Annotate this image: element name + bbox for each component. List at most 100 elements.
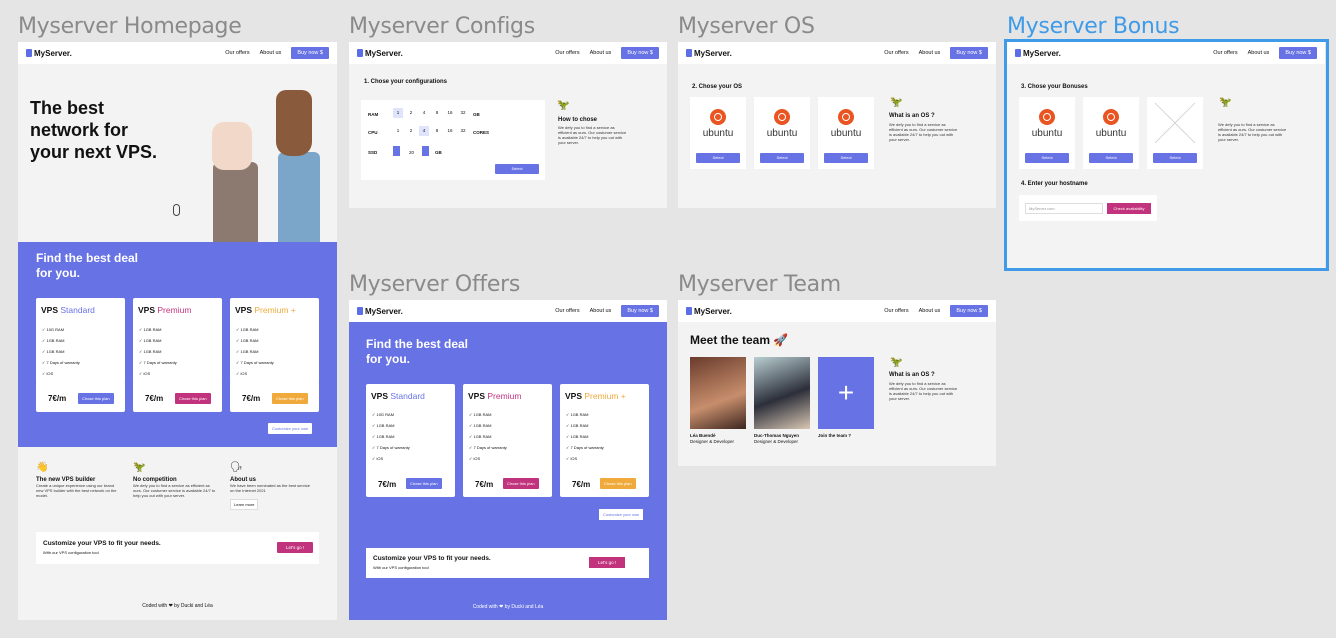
frame-title-os[interactable]: Myserver OS	[678, 14, 815, 39]
config-panel: RAM 1 2 4 8 16 32 GB CPU 1 2 4 8 16 32 C…	[361, 100, 545, 180]
dinosaur-icon: 🦖	[1219, 97, 1232, 108]
check-availability-button[interactable]: Check availability	[1107, 203, 1151, 214]
cta-box: Customize your VPS to fit your needs. Wi…	[366, 548, 649, 578]
ubuntu-icon	[838, 109, 854, 125]
plan-feature: ✓ 1GB RAM	[42, 338, 65, 343]
plan-feature: ✓ iOS	[42, 371, 54, 376]
navbar: MyServer. Our offers About us Buy now $	[678, 300, 996, 322]
server-icon	[1015, 49, 1021, 57]
os-option-ubuntu[interactable]: ubuntu Select	[754, 97, 810, 169]
placeholder-cross-icon	[1154, 102, 1196, 144]
plan-card-standard: VPS Standard ✓ 10G RAM ✓ 1GB RAM ✓ 1GB R…	[36, 298, 125, 404]
bonus-option-placeholder[interactable]: Select	[1147, 97, 1203, 169]
cta-box: Customize your VPS to fit your needs. Wi…	[36, 532, 319, 564]
os-option-ubuntu[interactable]: ubuntu Select	[690, 97, 746, 169]
frame-title-configs[interactable]: Myserver Configs	[349, 14, 535, 39]
frame-configs[interactable]: MyServer. Our offers About us Buy now $ …	[349, 42, 667, 208]
plan-card-footer: 7€/m Chose this plan	[230, 382, 319, 412]
server-icon	[686, 307, 692, 315]
chose-plan-button[interactable]: Chose this plan	[78, 393, 114, 404]
logo-text: MyServer.	[34, 48, 72, 58]
ram-options[interactable]: 1 2 4 8 16 32	[393, 108, 468, 118]
navbar: MyServer. Our offers About us Buy now $	[349, 42, 667, 64]
dinosaur-icon: 🦖	[890, 97, 903, 108]
avatar-duc	[754, 357, 810, 429]
avatar-lea	[690, 357, 746, 429]
frame-title-bonus[interactable]: Myserver Bonus	[1007, 14, 1180, 39]
frame-bonus[interactable]: MyServer. Our offers About us Buy now $ …	[1007, 42, 1325, 268]
feature-no-competition: 🦖 No competition We defy you to find a s…	[133, 462, 218, 498]
lets-go-button[interactable]: Let's go !	[277, 542, 314, 553]
feature-vps-builder: 👋 The new VPS builder Create a unique ex…	[36, 462, 121, 498]
frame-title-offers[interactable]: Myserver Offers	[349, 272, 520, 297]
logo[interactable]: MyServer.	[26, 49, 215, 58]
server-icon	[357, 307, 363, 315]
ssd-value: 20	[409, 150, 415, 155]
server-icon	[26, 49, 32, 57]
ssd-decrement[interactable]	[393, 146, 400, 156]
chose-plan-button[interactable]: Chose this plan	[175, 393, 211, 404]
customize-own-button[interactable]: Customize your own	[599, 509, 644, 520]
navbar: MyServer. Our offers About us Buy now $	[18, 42, 337, 64]
server-icon	[686, 49, 692, 57]
navbar: MyServer. Our offers About us Buy now $	[349, 300, 667, 322]
deal-title: Find the best deal for you.	[36, 251, 139, 280]
plan-feature: ✓ 10G RAM	[42, 327, 65, 332]
hostname-box: MyServer.com Check availability	[1019, 195, 1157, 221]
customize-own-button[interactable]: Customize your own	[268, 423, 313, 434]
frame-os[interactable]: MyServer. Our offers About us Buy now $ …	[678, 42, 996, 208]
frame-offers[interactable]: MyServer. Our offers About us Buy now $ …	[349, 300, 667, 620]
fist-icon	[212, 122, 252, 170]
cta-sub: With our VPS configuration tool	[43, 550, 99, 555]
frame-title-home[interactable]: Myserver Homepage	[18, 14, 242, 39]
scroll-mouse-icon[interactable]	[173, 204, 180, 216]
hostname-input[interactable]: MyServer.com	[1025, 203, 1103, 214]
plan-card-footer: 7€/m Chose this plan	[133, 382, 222, 412]
plan-card-standard: VPS Standard ✓ 10G RAM ✓ 1GB RAM ✓ 1GB R…	[366, 384, 455, 497]
lets-go-button[interactable]: Let's go !	[589, 557, 626, 568]
frame-homepage[interactable]: MyServer. Our offers About us Buy now $ …	[18, 42, 337, 620]
server-icon	[357, 49, 363, 57]
plan-card-premium: VPS Premium ✓ 1GB RAM ✓ 1GB RAM ✓ 1GB RA…	[463, 384, 552, 497]
plan-feature: ✓ 1GB RAM	[42, 349, 65, 354]
wave-hand-icon: 👋	[36, 462, 49, 473]
rock-hand-icon	[276, 90, 312, 156]
hero-title: The best network for your next VPS.	[30, 98, 158, 162]
dinosaur-icon: 🦖	[133, 462, 146, 473]
section-heading: 1. Chose your configurations	[364, 79, 448, 85]
frame-team[interactable]: MyServer. Our offers About us Buy now $ …	[678, 300, 996, 466]
nav-offers[interactable]: Our offers	[225, 50, 249, 56]
dinosaur-icon: 🦖	[890, 357, 903, 368]
frame-title-team[interactable]: Myserver Team	[678, 272, 841, 297]
cpu-options[interactable]: 1 2 4 8 16 32	[393, 126, 468, 136]
chose-plan-button[interactable]: Chose this plan	[272, 393, 308, 404]
feature-about-us: 🗣 About us We have been nominated as the…	[230, 462, 315, 511]
plan-feature: ✓ 7 Days of warranty	[42, 360, 80, 365]
learn-more-button[interactable]: Learn more	[230, 499, 259, 510]
ssd-increment[interactable]	[422, 146, 429, 156]
plan-card-footer: 7€/m Chose this plan	[36, 382, 125, 412]
cta-title: Customize your VPS to fit your needs.	[43, 540, 161, 547]
speaker-icon: 🗣	[230, 462, 243, 473]
team-heading: Meet the team 🚀	[690, 333, 789, 347]
join-team-plus-button[interactable]: +	[818, 357, 874, 429]
bonus-option[interactable]: ubuntu Select	[1083, 97, 1139, 169]
arm-left	[213, 162, 258, 242]
navbar: MyServer. Our offers About us Buy now $	[1007, 42, 1325, 64]
plan-card-premium-plus: VPS Premium + ✓ 1GB RAM ✓ 1GB RAM ✓ 1GB …	[230, 298, 319, 384]
footer-text: Coded with ❤ by Ducki and Léa	[142, 603, 213, 609]
bonus-option[interactable]: ubuntu Select	[1019, 97, 1075, 169]
dinosaur-icon: 🦖	[557, 100, 570, 111]
select-button[interactable]: Select	[495, 164, 539, 174]
plan-card-premium: VPS Premium ✓ 1GB RAM ✓ 1GB RAM ✓ 1GB RA…	[133, 298, 222, 384]
plan-title: VPS Standard	[41, 305, 95, 315]
deal-title: Find the best deal for you.	[366, 337, 469, 366]
plan-card-premium-plus: VPS Premium + ✓ 1GB RAM ✓ 1GB RAM ✓ 1GB …	[560, 384, 649, 497]
os-option-ubuntu[interactable]: ubuntu Select	[818, 97, 874, 169]
ubuntu-icon	[1103, 109, 1119, 125]
arm-right	[278, 152, 320, 242]
buy-button[interactable]: Buy now $	[291, 47, 329, 59]
ubuntu-icon	[710, 109, 726, 125]
ubuntu-icon	[774, 109, 790, 125]
nav-about[interactable]: About us	[260, 50, 282, 56]
